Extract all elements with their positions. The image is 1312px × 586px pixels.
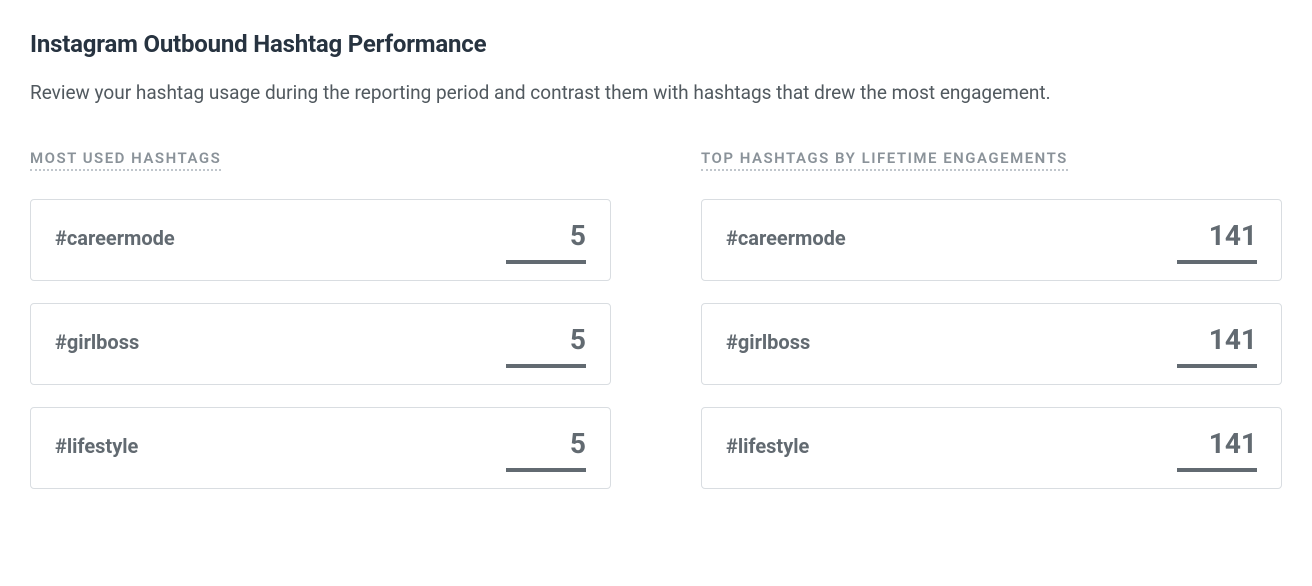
most-used-column: MOST USED HASHTAGS #careermode 5 #girlbo… (30, 148, 611, 489)
hashtag-value-wrap: 141 (1177, 326, 1257, 368)
hashtag-value-wrap: 5 (506, 222, 586, 264)
hashtag-bar (506, 260, 586, 264)
hashtag-bar (1177, 260, 1257, 264)
most-used-header: MOST USED HASHTAGS (30, 149, 221, 171)
hashtag-bar (506, 468, 586, 472)
hashtag-value-wrap: 5 (506, 326, 586, 368)
top-engagement-header: TOP HASHTAGS BY LIFETIME ENGAGEMENTS (701, 149, 1068, 171)
hashtag-card: #lifestyle 141 (701, 407, 1282, 489)
hashtag-value: 5 (570, 222, 586, 250)
top-engagement-list: #careermode 141 #girlboss 141 #lifestyle… (701, 199, 1282, 489)
hashtag-bar (506, 364, 586, 368)
hashtag-label: #careermode (55, 222, 175, 250)
hashtag-value-wrap: 141 (1177, 222, 1257, 264)
hashtag-card: #girlboss 5 (30, 303, 611, 385)
hashtag-bar (1177, 364, 1257, 368)
hashtag-card: #lifestyle 5 (30, 407, 611, 489)
hashtag-value: 141 (1209, 326, 1257, 354)
top-engagement-column: TOP HASHTAGS BY LIFETIME ENGAGEMENTS #ca… (701, 148, 1282, 489)
hashtag-label: #lifestyle (55, 430, 138, 458)
hashtag-value: 141 (1209, 222, 1257, 250)
hashtag-value-wrap: 5 (506, 430, 586, 472)
hashtag-value-wrap: 141 (1177, 430, 1257, 472)
hashtag-card: #careermode 5 (30, 199, 611, 281)
hashtag-label: #careermode (726, 222, 846, 250)
hashtag-label: #girlboss (726, 326, 810, 354)
hashtag-value: 5 (570, 430, 586, 458)
hashtag-bar (1177, 468, 1257, 472)
most-used-list: #careermode 5 #girlboss 5 #lifestyle 5 (30, 199, 611, 489)
hashtag-label: #lifestyle (726, 430, 809, 458)
hashtag-columns: MOST USED HASHTAGS #careermode 5 #girlbo… (30, 148, 1282, 489)
page-description: Review your hashtag usage during the rep… (30, 78, 1130, 108)
hashtag-card: #careermode 141 (701, 199, 1282, 281)
hashtag-value: 141 (1209, 430, 1257, 458)
page-title: Instagram Outbound Hashtag Performance (30, 30, 1282, 58)
hashtag-label: #girlboss (55, 326, 139, 354)
hashtag-card: #girlboss 141 (701, 303, 1282, 385)
hashtag-value: 5 (570, 326, 586, 354)
